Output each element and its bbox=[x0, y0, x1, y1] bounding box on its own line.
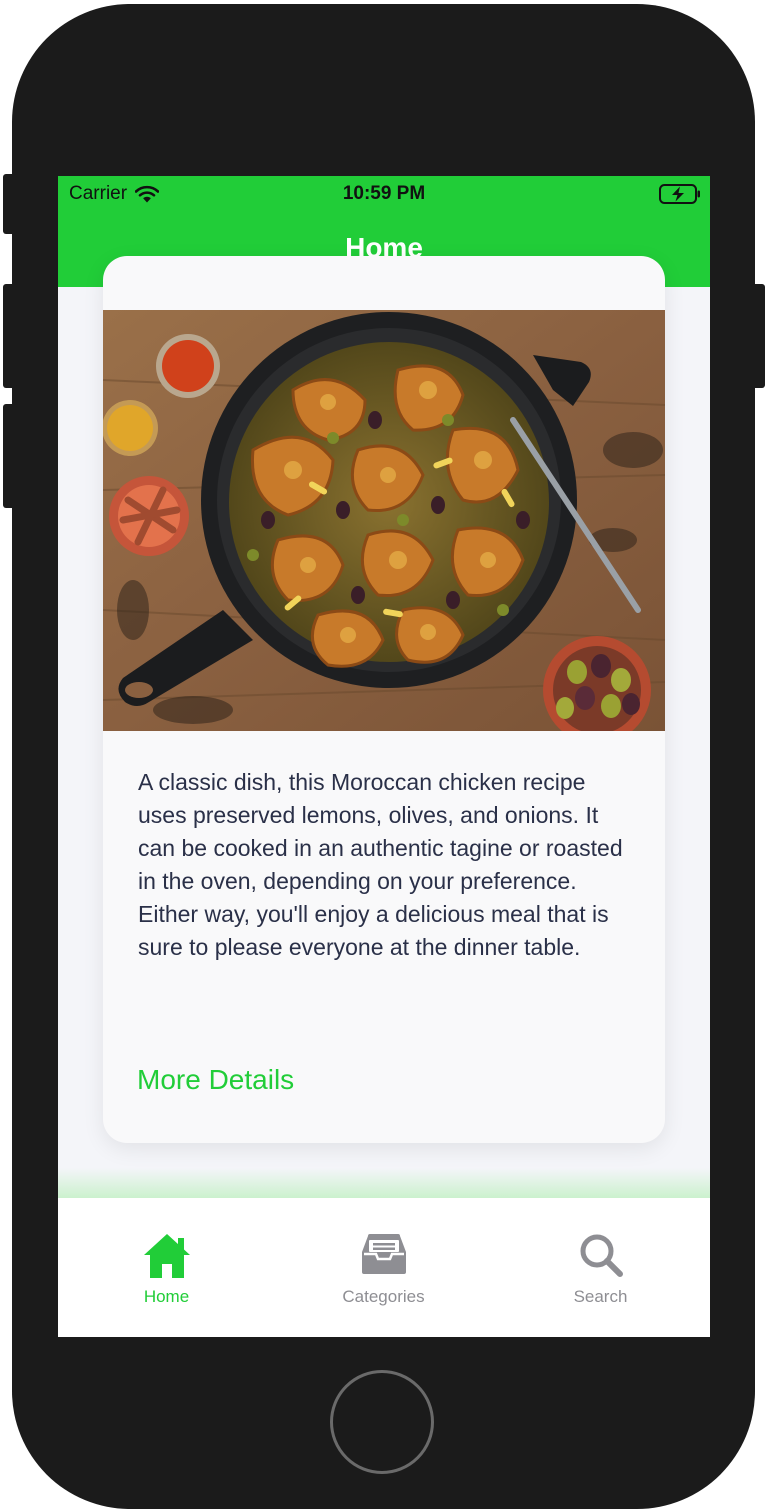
recipe-image[interactable] bbox=[103, 310, 665, 731]
home-button[interactable] bbox=[330, 1370, 434, 1474]
tab-home[interactable]: Home bbox=[58, 1198, 275, 1337]
app-screen: Carrier 10:59 PM Home A classic dish, th… bbox=[58, 176, 710, 1337]
tab-categories[interactable]: Categories bbox=[275, 1198, 492, 1337]
volume-up-button bbox=[3, 284, 17, 388]
mute-switch bbox=[3, 174, 17, 234]
tab-home-label: Home bbox=[143, 1287, 190, 1306]
volume-down-button bbox=[3, 404, 17, 508]
status-bar: Carrier 10:59 PM bbox=[58, 176, 710, 212]
power-button bbox=[751, 284, 765, 388]
more-details-button[interactable]: More Details bbox=[137, 1064, 294, 1096]
search-icon bbox=[580, 1234, 623, 1277]
status-time: 10:59 PM bbox=[342, 183, 426, 204]
tab-search[interactable]: Search bbox=[492, 1198, 709, 1337]
inbox-tray-icon bbox=[361, 1234, 406, 1274]
battery-charging-icon bbox=[659, 184, 700, 204]
recipe-description: A classic dish, this Moroccan chicken re… bbox=[138, 769, 623, 960]
recipe-image-illustration bbox=[103, 310, 665, 731]
tab-bar-fade bbox=[58, 1168, 710, 1198]
tab-bar: Home Categories Search bbox=[58, 1198, 710, 1337]
tab-categories-label: Categories bbox=[342, 1287, 425, 1306]
tab-search-label: Search bbox=[573, 1287, 628, 1306]
home-icon bbox=[143, 1234, 190, 1278]
